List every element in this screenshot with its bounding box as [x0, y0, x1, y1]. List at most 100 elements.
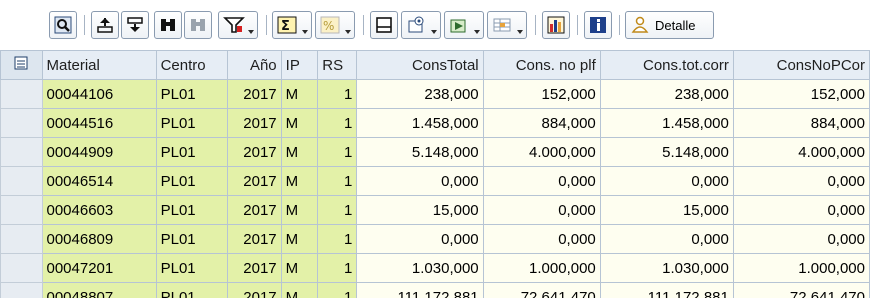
- cell-cons-no-p-cor[interactable]: 4.000,000: [732, 137, 870, 167]
- cell-rs[interactable]: 1: [317, 108, 358, 138]
- sum-button[interactable]: Σ: [272, 11, 312, 39]
- cell-anio[interactable]: 2017: [226, 137, 282, 167]
- column-header-cons-no-plf[interactable]: Cons. no plf: [482, 50, 601, 80]
- table-row[interactable]: 00044516 PL01 2017 M 1 1.458,000 884,000 1.458,…: [0, 108, 870, 138]
- column-header-cons-no-p-cor[interactable]: ConsNoPCor: [732, 50, 870, 80]
- cell-rs[interactable]: 1: [317, 224, 358, 254]
- cell-material[interactable]: 00047201: [41, 253, 157, 283]
- cell-ip[interactable]: M: [280, 79, 319, 109]
- cell-cons-tot-corr[interactable]: 1.030,000: [599, 253, 734, 283]
- table-row[interactable]: 00047201 PL01 2017 M 1 1.030,000 1.000,000 1.03…: [0, 253, 870, 283]
- cell-cons-total[interactable]: 5.148,000: [356, 137, 484, 167]
- views-button[interactable]: [401, 11, 441, 39]
- cell-anio[interactable]: 2017: [226, 195, 282, 225]
- cell-cons-total[interactable]: 238,000: [356, 79, 484, 109]
- column-header-centro[interactable]: Centro: [155, 50, 228, 80]
- cell-rs[interactable]: 1: [317, 137, 358, 167]
- cell-cons-no-plf[interactable]: 72.641,470: [482, 282, 601, 298]
- table-row[interactable]: 00046514 PL01 2017 M 1 0,000 0,000 0,000 0,000: [0, 166, 870, 196]
- cell-ip[interactable]: M: [280, 195, 319, 225]
- table-row[interactable]: 00048807 PL01 2017 M 1 111.172,881 72.641,470 1…: [0, 282, 870, 298]
- cell-cons-tot-corr[interactable]: 1.458,000: [599, 108, 734, 138]
- detail-button[interactable]: Detalle: [625, 11, 714, 39]
- cell-material[interactable]: 00048807: [41, 282, 157, 298]
- cell-cons-no-p-cor[interactable]: 884,000: [732, 108, 870, 138]
- information-button[interactable]: [584, 11, 612, 39]
- column-header-anio[interactable]: Año: [226, 50, 282, 80]
- sort-descending-button[interactable]: [121, 11, 149, 39]
- cell-cons-no-p-cor[interactable]: 72.641,470: [732, 282, 870, 298]
- cell-cons-no-plf[interactable]: 0,000: [482, 224, 601, 254]
- cell-cons-total[interactable]: 0,000: [356, 224, 484, 254]
- row-selector[interactable]: [0, 108, 43, 138]
- cell-ip[interactable]: M: [280, 166, 319, 196]
- cell-cons-tot-corr[interactable]: 0,000: [599, 166, 734, 196]
- cell-centro[interactable]: PL01: [155, 108, 228, 138]
- print-preview-button[interactable]: [370, 11, 398, 39]
- cell-anio[interactable]: 2017: [226, 224, 282, 254]
- filter-button[interactable]: [218, 11, 258, 39]
- column-header-material[interactable]: Material: [41, 50, 157, 80]
- cell-anio[interactable]: 2017: [226, 79, 282, 109]
- row-selector[interactable]: [0, 282, 43, 298]
- cell-centro[interactable]: PL01: [155, 79, 228, 109]
- cell-cons-total[interactable]: 1.030,000: [356, 253, 484, 283]
- cell-cons-total[interactable]: 1.458,000: [356, 108, 484, 138]
- cell-cons-total[interactable]: 15,000: [356, 195, 484, 225]
- zoom-details-button[interactable]: [49, 11, 77, 39]
- column-header-ip[interactable]: IP: [280, 50, 319, 80]
- sort-ascending-button[interactable]: [91, 11, 119, 39]
- cell-ip[interactable]: M: [280, 137, 319, 167]
- column-header-rs[interactable]: RS: [317, 50, 358, 80]
- cell-material[interactable]: 00046809: [41, 224, 157, 254]
- cell-cons-tot-corr[interactable]: 238,000: [599, 79, 734, 109]
- cell-cons-no-plf[interactable]: 884,000: [482, 108, 601, 138]
- cell-centro[interactable]: PL01: [155, 282, 228, 298]
- cell-cons-total[interactable]: 111.172,881: [356, 282, 484, 298]
- find-next-button[interactable]: [184, 11, 212, 39]
- cell-anio[interactable]: 2017: [226, 166, 282, 196]
- row-selector[interactable]: [0, 224, 43, 254]
- row-selector[interactable]: [0, 195, 43, 225]
- row-selector[interactable]: [0, 137, 43, 167]
- row-selector[interactable]: [0, 79, 43, 109]
- cell-centro[interactable]: PL01: [155, 195, 228, 225]
- cell-cons-no-p-cor[interactable]: 0,000: [732, 224, 870, 254]
- cell-rs[interactable]: 1: [317, 282, 358, 298]
- column-header-cons-total[interactable]: ConsTotal: [356, 50, 484, 80]
- cell-cons-no-plf[interactable]: 152,000: [482, 79, 601, 109]
- cell-cons-no-p-cor[interactable]: 0,000: [732, 195, 870, 225]
- cell-cons-no-p-cor[interactable]: 1.000,000: [732, 253, 870, 283]
- cell-cons-no-p-cor[interactable]: 0,000: [732, 166, 870, 196]
- cell-material[interactable]: 00044106: [41, 79, 157, 109]
- cell-cons-tot-corr[interactable]: 5.148,000: [599, 137, 734, 167]
- cell-centro[interactable]: PL01: [155, 253, 228, 283]
- cell-material[interactable]: 00044909: [41, 137, 157, 167]
- cell-centro[interactable]: PL01: [155, 224, 228, 254]
- cell-cons-no-plf[interactable]: 0,000: [482, 195, 601, 225]
- cell-material[interactable]: 00046514: [41, 166, 157, 196]
- row-selector[interactable]: [0, 166, 43, 196]
- cell-anio[interactable]: 2017: [226, 253, 282, 283]
- export-button[interactable]: [444, 11, 484, 39]
- layout-button[interactable]: [487, 11, 527, 39]
- table-row[interactable]: 00046809 PL01 2017 M 1 0,000 0,000 0,000 0,000: [0, 224, 870, 254]
- table-row[interactable]: 00044106 PL01 2017 M 1 238,000 152,000 238,000 1…: [0, 79, 870, 109]
- cell-material[interactable]: 00046603: [41, 195, 157, 225]
- cell-cons-no-plf[interactable]: 0,000: [482, 166, 601, 196]
- find-button[interactable]: [154, 11, 182, 39]
- cell-rs[interactable]: 1: [317, 253, 358, 283]
- cell-centro[interactable]: PL01: [155, 137, 228, 167]
- cell-centro[interactable]: PL01: [155, 166, 228, 196]
- cell-cons-total[interactable]: 0,000: [356, 166, 484, 196]
- table-row[interactable]: 00044909 PL01 2017 M 1 5.148,000 4.000,000 5.14…: [0, 137, 870, 167]
- cell-cons-tot-corr[interactable]: 15,000: [599, 195, 734, 225]
- cell-anio[interactable]: 2017: [226, 108, 282, 138]
- cell-cons-no-p-cor[interactable]: 152,000: [732, 79, 870, 109]
- cell-ip[interactable]: M: [280, 253, 319, 283]
- column-header-cons-tot-corr[interactable]: Cons.tot.corr: [599, 50, 734, 80]
- select-all-button[interactable]: [0, 50, 43, 80]
- cell-cons-no-plf[interactable]: 4.000,000: [482, 137, 601, 167]
- cell-cons-tot-corr[interactable]: 0,000: [599, 224, 734, 254]
- row-selector[interactable]: [0, 253, 43, 283]
